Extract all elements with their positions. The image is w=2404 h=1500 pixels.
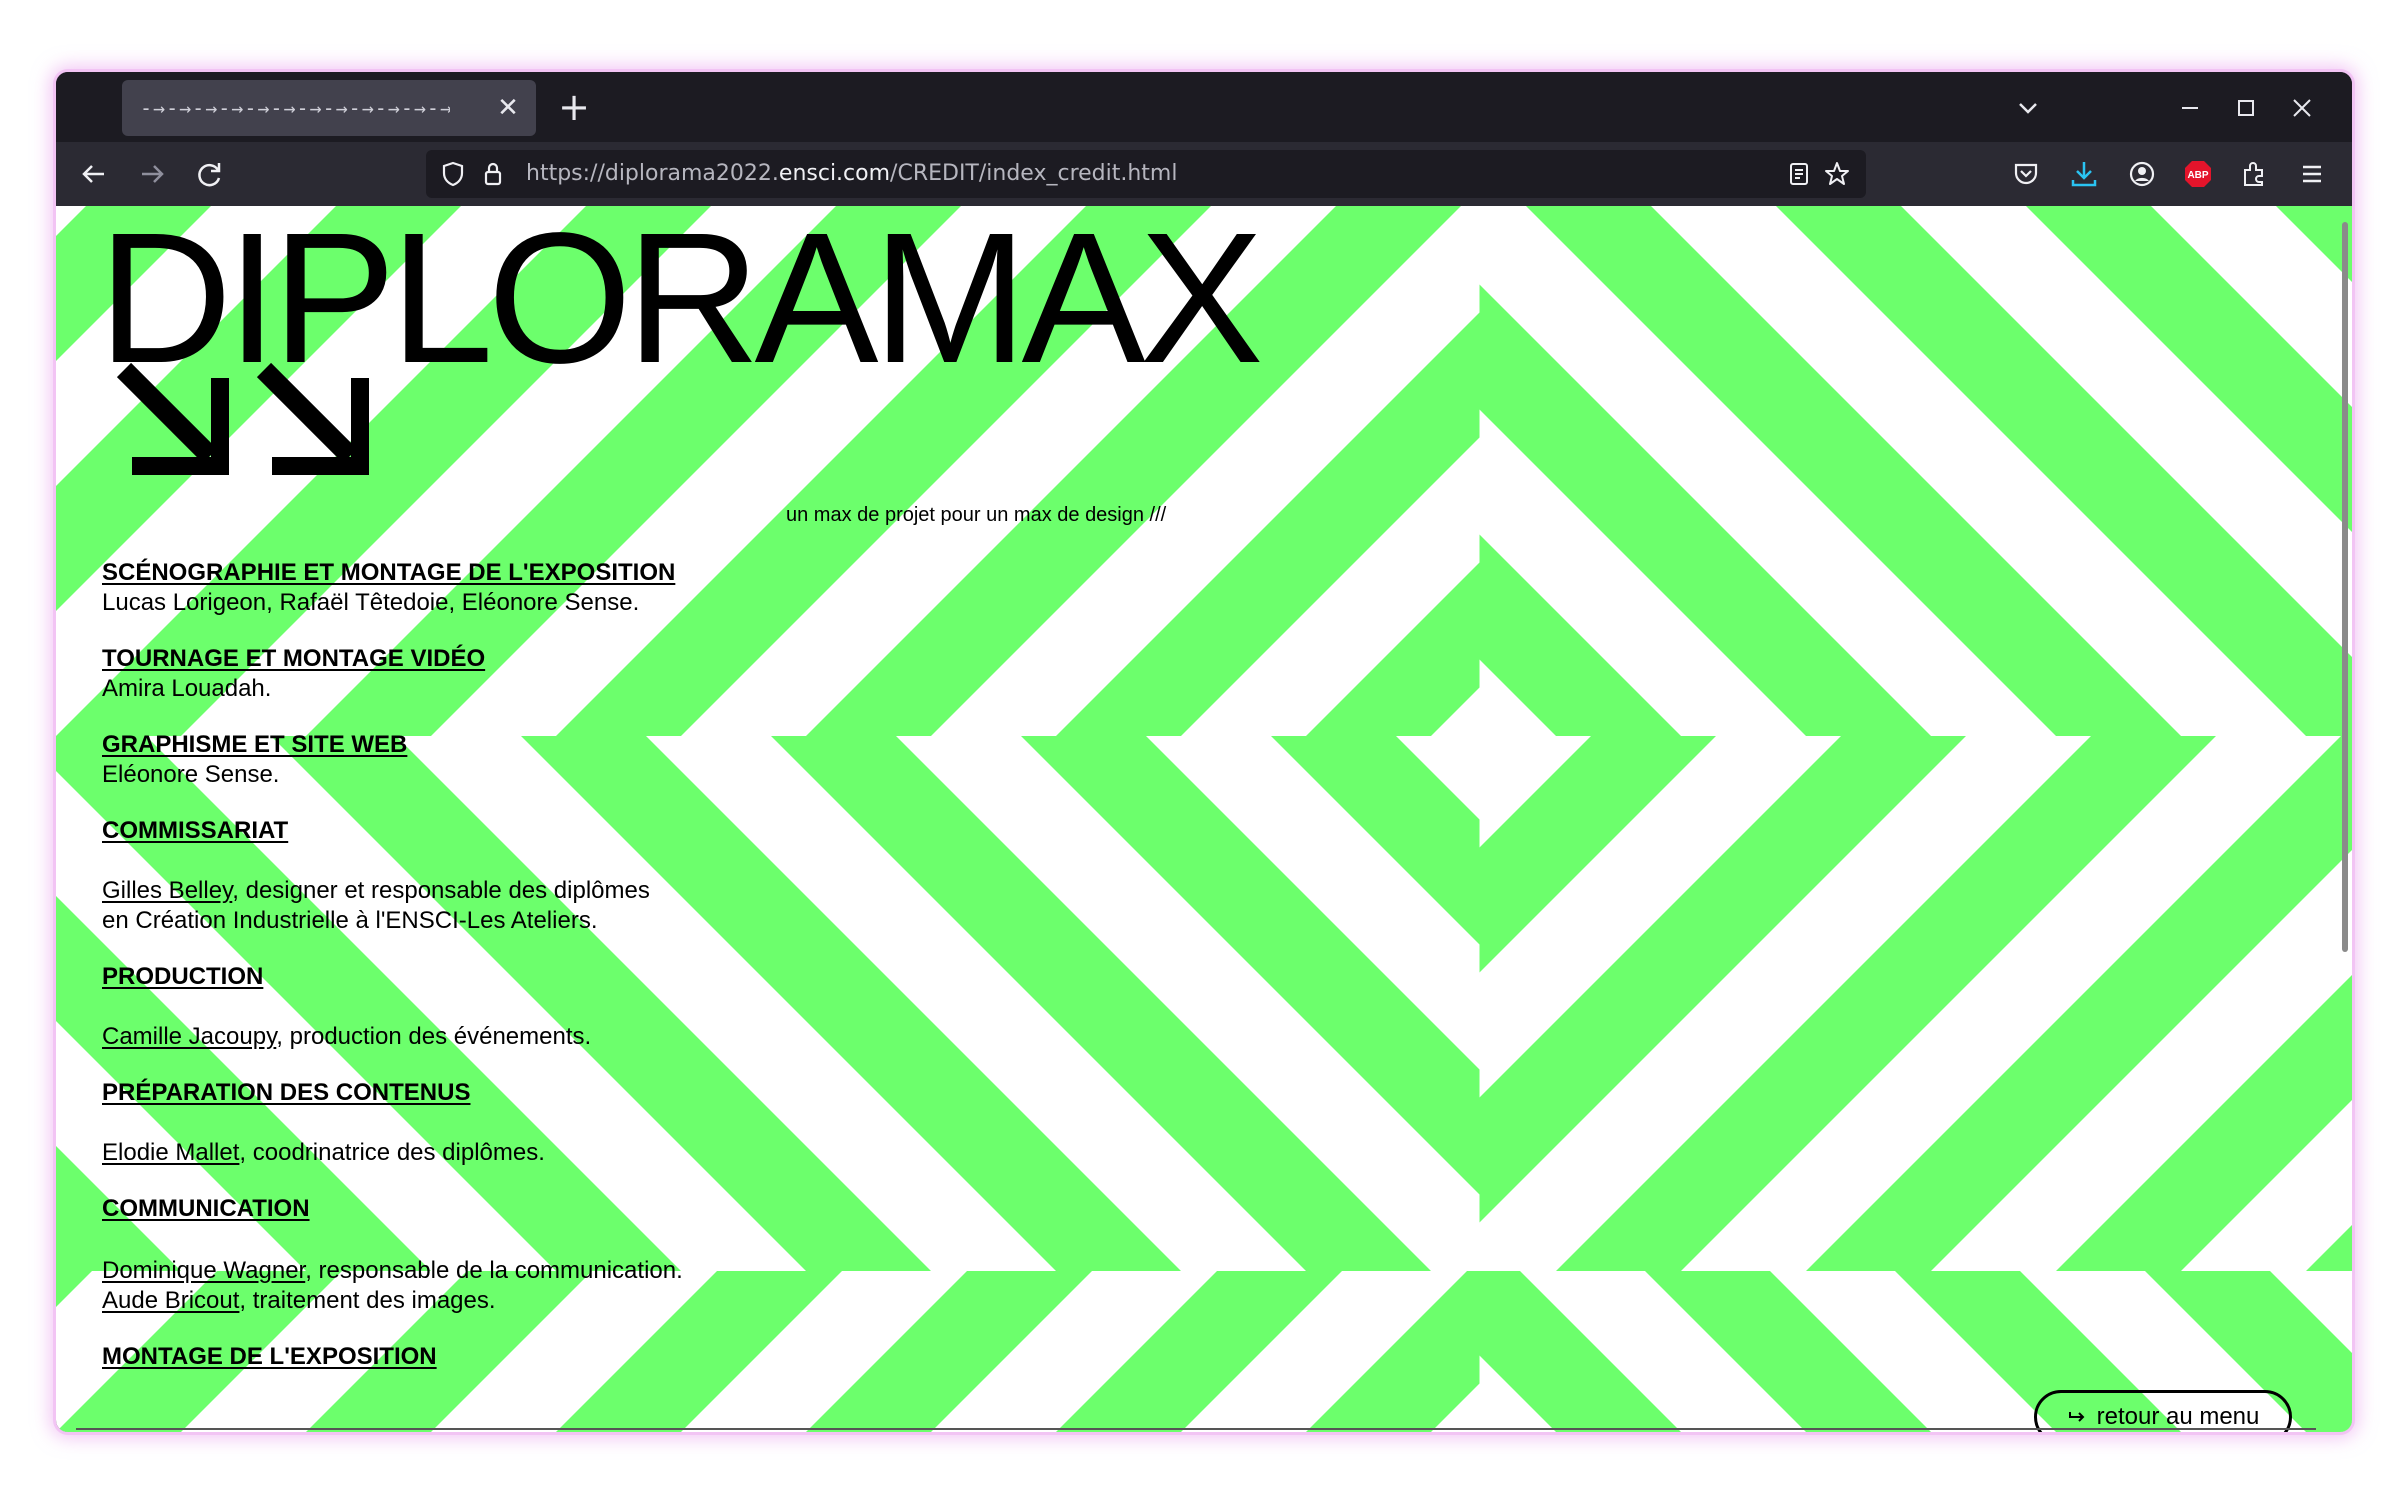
reader-view-icon[interactable] — [1784, 159, 1814, 189]
credit-heading[interactable]: GRAPHISME ET SITE WEB — [102, 730, 1002, 760]
credit-block: PRÉPARATION DES CONTENUS Elodie Mallet, … — [102, 1078, 1002, 1168]
credit-block: SCÉNOGRAPHIE ET MONTAGE DE L'EXPOSITION … — [102, 558, 1002, 618]
extensions-icon[interactable] — [2236, 156, 2272, 192]
arrow-down-right-icon — [116, 362, 229, 475]
credit-heading[interactable]: PRÉPARATION DES CONTENUS — [102, 1078, 1002, 1108]
active-tab[interactable]: -→-→-→-→-→-→-→-→-→-→-→-→-→-→- ✕ — [122, 80, 536, 136]
forward-icon[interactable] — [134, 156, 170, 192]
account-icon[interactable] — [2124, 156, 2160, 192]
credit-text: Eléonore Sense. — [102, 761, 280, 788]
downloads-icon[interactable] — [2066, 156, 2102, 192]
credit-heading[interactable]: COMMISSARIAT — [102, 816, 1002, 846]
bookmark-star-icon[interactable] — [1822, 159, 1852, 189]
adblock-icon[interactable]: ABP — [2180, 156, 2216, 192]
credit-text: , responsable de la communication. — [305, 1257, 683, 1284]
back-icon[interactable] — [76, 156, 112, 192]
arrow-down-right-icons — [114, 362, 374, 487]
svg-text:ABP: ABP — [2187, 170, 2208, 181]
credit-text: Amira Louadah. — [102, 675, 272, 702]
lock-icon[interactable] — [478, 159, 508, 189]
person-link[interactable]: Aude Bricout — [102, 1287, 239, 1314]
credit-text: Lucas Lorigeon, Rafaël Têtedoie, Eléonor… — [102, 589, 640, 616]
credit-text: , traitement des images. — [239, 1287, 496, 1314]
close-window-icon[interactable] — [2282, 88, 2322, 128]
arrow-down-right-icon — [256, 362, 369, 475]
navigation-bar: https://diplorama2022.ensci.com/CREDIT/i… — [56, 142, 2352, 206]
credit-block: TOURNAGE ET MONTAGE VIDÉO Amira Louadah. — [102, 644, 1002, 704]
person-link[interactable]: Dominique Wagner — [102, 1257, 305, 1284]
credit-block: COMMUNICATION Dominique Wagner, responsa… — [102, 1194, 1002, 1316]
person-link[interactable]: Camille Jacoupy — [102, 1023, 276, 1050]
tab-strip: -→-→-→-→-→-→-→-→-→-→-→-→-→-→- ✕ + — [56, 72, 2352, 142]
return-arrow-icon — [2067, 1403, 2087, 1431]
credit-heading[interactable]: PRODUCTION — [102, 962, 1002, 992]
tab-title: -→-→-→-→-→-→-→-→-→-→-→-→-→-→- — [140, 96, 450, 120]
credit-text: , coodrinatrice des diplômes. — [239, 1139, 545, 1166]
pocket-icon[interactable] — [2008, 156, 2044, 192]
person-link[interactable]: Gilles Belley — [102, 877, 232, 904]
menu-icon[interactable] — [2294, 156, 2330, 192]
credits-list: SCÉNOGRAPHIE ET MONTAGE DE L'EXPOSITION … — [102, 558, 1002, 1398]
credit-heading[interactable]: TOURNAGE ET MONTAGE VIDÉO — [102, 644, 1002, 674]
credit-block: COMMISSARIAT Gilles Belley, designer et … — [102, 816, 1002, 936]
divider — [76, 1428, 2316, 1430]
page-content: DIPLORAMAX un max de projet pour un max … — [56, 206, 2352, 1432]
credit-block: MONTAGE DE L'EXPOSITION — [102, 1342, 1002, 1372]
url-bar[interactable]: https://diplorama2022.ensci.com/CREDIT/i… — [426, 150, 1866, 198]
maximize-icon[interactable] — [2226, 88, 2266, 128]
person-link[interactable]: Elodie Mallet — [102, 1139, 239, 1166]
credit-heading[interactable]: COMMUNICATION — [102, 1194, 1002, 1224]
credit-heading[interactable]: MONTAGE DE L'EXPOSITION — [102, 1342, 1002, 1372]
credit-heading[interactable]: SCÉNOGRAPHIE ET MONTAGE DE L'EXPOSITION — [102, 558, 1002, 588]
credit-text: en Création Industrielle à l'ENSCI-Les A… — [102, 907, 598, 934]
credit-text: , designer et responsable des diplômes — [232, 877, 650, 904]
minimize-icon[interactable] — [2170, 88, 2210, 128]
tab-list-chevron-icon[interactable] — [2012, 92, 2044, 124]
url-text[interactable]: https://diplorama2022.ensci.com/CREDIT/i… — [526, 161, 1177, 186]
credit-text: , production des événements. — [276, 1023, 592, 1050]
shield-icon[interactable] — [438, 159, 468, 189]
tagline: un max de projet pour un max de design /… — [786, 504, 1167, 526]
credit-block: PRODUCTION Camille Jacoupy, production d… — [102, 962, 1002, 1052]
reload-icon[interactable] — [192, 156, 228, 192]
back-to-menu-button[interactable]: retour au menu — [2034, 1390, 2292, 1432]
credit-block: GRAPHISME ET SITE WEB Eléonore Sense. — [102, 730, 1002, 790]
browser-window: -→-→-→-→-→-→-→-→-→-→-→-→-→-→- ✕ + — [56, 72, 2352, 1432]
new-tab-icon[interactable]: + — [556, 88, 592, 126]
back-to-menu-label: retour au menu — [2096, 1403, 2260, 1430]
close-tab-icon[interactable]: ✕ — [494, 93, 522, 121]
scrollbar[interactable] — [2342, 222, 2348, 952]
